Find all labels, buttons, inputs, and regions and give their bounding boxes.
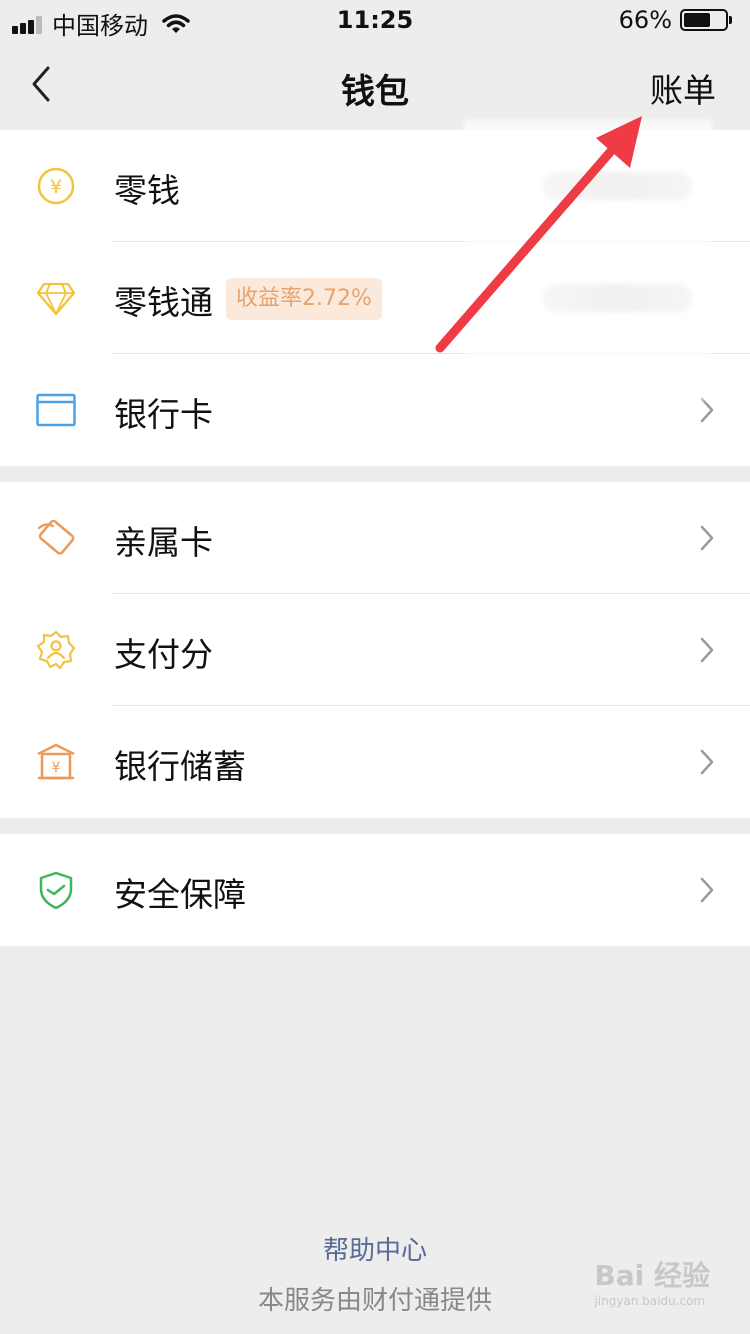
svg-text:¥: ¥	[50, 176, 62, 198]
nav-bar: 钱包 账单	[0, 40, 750, 130]
chevron-right-icon	[700, 397, 714, 423]
wallet-group-security: 安全保障	[0, 834, 750, 946]
watermark-url: jingyan.baidu.com	[594, 1294, 706, 1308]
row-label-family-card: 亲属卡	[114, 523, 213, 562]
watermark-text: Bai 经验	[594, 1259, 710, 1292]
row-label-bank-savings: 银行储蓄	[114, 747, 246, 786]
battery-fill	[684, 13, 711, 27]
diamond-icon	[36, 282, 76, 316]
bank-savings-icon: ¥	[37, 743, 75, 780]
row-label-security: 安全保障	[114, 875, 246, 914]
baidu-jingyan-watermark: Bai 经验 jingyan.baidu.com	[594, 1254, 710, 1308]
pay-score-icon	[36, 630, 76, 670]
page-title: 钱包	[341, 72, 409, 112]
status-right: 66%	[618, 6, 732, 34]
row-label-change-pass: 零钱通	[114, 283, 213, 322]
row-label-change: 零钱	[114, 171, 180, 210]
row-bank-savings[interactable]: ¥ 银行储蓄	[0, 706, 750, 818]
family-card-icon	[37, 519, 75, 555]
shield-icon	[39, 871, 73, 910]
battery-icon	[680, 9, 732, 31]
chevron-right-icon	[700, 749, 714, 775]
bank-card-icon	[36, 393, 76, 427]
row-family-card[interactable]: 亲属卡	[0, 482, 750, 594]
row-label-bank-card: 银行卡	[114, 395, 213, 434]
svg-text:¥: ¥	[52, 760, 61, 776]
battery-percent: 66%	[618, 6, 672, 34]
row-label-pay-score: 支付分	[114, 635, 213, 674]
bill-button[interactable]: 账单	[650, 64, 716, 112]
chevron-right-icon	[700, 525, 714, 551]
chevron-right-icon	[700, 877, 714, 903]
privacy-blur-overlay	[464, 120, 712, 400]
status-bar: 中国移动 11:25 66%	[0, 0, 750, 40]
wallet-group-services: 亲属卡 支付分 ¥ 银行储蓄	[0, 482, 750, 818]
yield-badge: 收益率2.72%	[226, 278, 382, 320]
chevron-right-icon	[700, 637, 714, 663]
yuan-coin-icon: ¥	[37, 167, 75, 205]
row-security[interactable]: 安全保障	[0, 834, 750, 946]
row-pay-score[interactable]: 支付分	[0, 594, 750, 706]
